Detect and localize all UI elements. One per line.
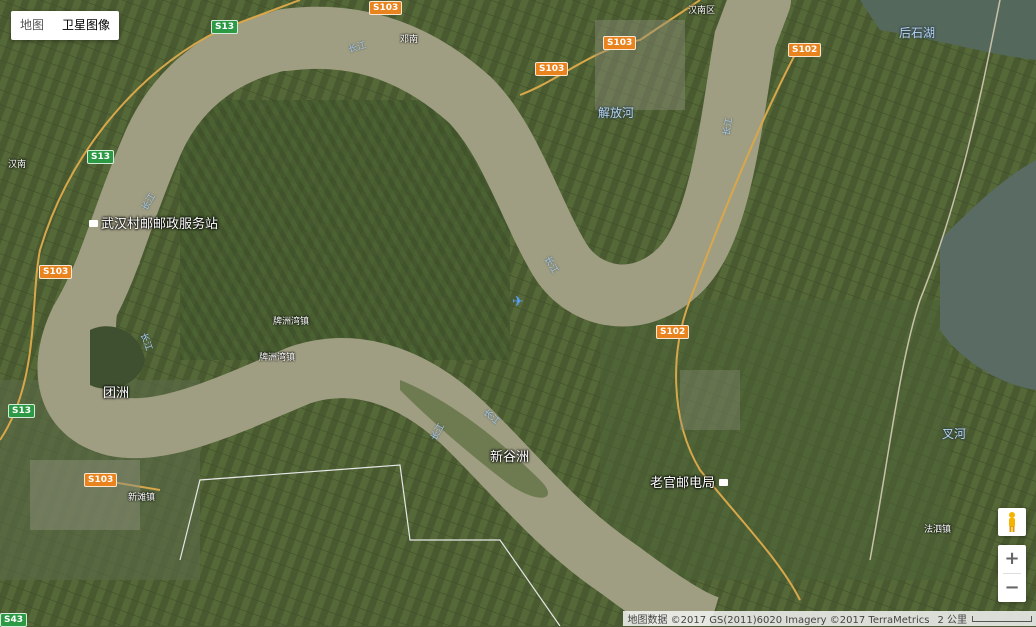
road-shield-s43: S43 [0,613,28,627]
road-shield-s13: S13 [8,404,36,418]
road-shield-s102: S102 [788,43,822,57]
scale-label: 2 公里 [937,615,967,626]
label-dengnan: 邓南 [400,35,419,45]
satellite-map[interactable]: ✈ [0,0,1036,626]
label-tuanzhou: 团洲 [103,386,130,401]
road-shield-s13: S13 [87,150,115,164]
mail-icon [719,479,729,486]
zoom-out-button[interactable]: − [998,574,1026,602]
label-paizhouwan: 牌洲湾镇 [259,353,296,363]
label-fasi: 法泗镇 [924,525,952,535]
label-jiefanghe: 解放河 [598,106,635,120]
label-paizhouwan: 牌洲湾镇 [273,317,310,327]
attribution-text[interactable]: 地图数据 ©2017 GS(2011)6020 Imagery ©2017 Te… [627,611,929,626]
map-type-satellite-button[interactable]: 卫星图像 [53,11,119,40]
label-chahe: 叉河 [942,427,967,441]
street-view-pegman[interactable] [998,508,1026,536]
road-shield-s13: S13 [211,20,239,34]
poi-laoguan-post[interactable]: 老官邮电局 [650,472,729,491]
poi-wuhan-post[interactable]: 武汉村邮邮政服务站 [89,213,218,232]
scale-bar [972,615,1032,622]
road-shield-s102: S102 [656,325,690,339]
road-shield-s103: S103 [369,1,403,15]
road-shield-s103: S103 [84,473,118,487]
road-shield-s103: S103 [535,62,569,76]
label-hannan: 汉南 [8,160,27,170]
label-xintan: 新滩镇 [128,493,156,503]
attribution-bar: 地图数据 ©2017 GS(2011)6020 Imagery ©2017 Te… [623,611,1036,626]
label-houshihu: 后石湖 [899,26,936,40]
zoom-in-button[interactable]: + [998,545,1026,573]
label-hannan-district: 汉南区 [688,6,716,16]
map-type-map-button[interactable]: 地图 [11,11,53,40]
road-shield-s103: S103 [603,36,637,50]
map-type-toggle: 地图 卫星图像 [11,11,120,40]
pegman-icon [1009,512,1015,532]
mail-icon [89,220,98,227]
road-shield-s103: S103 [39,265,73,279]
airplane-icon: ✈ [512,294,524,310]
zoom-control: + − [998,545,1026,602]
label-xinguzhou: 新谷洲 [490,450,530,465]
